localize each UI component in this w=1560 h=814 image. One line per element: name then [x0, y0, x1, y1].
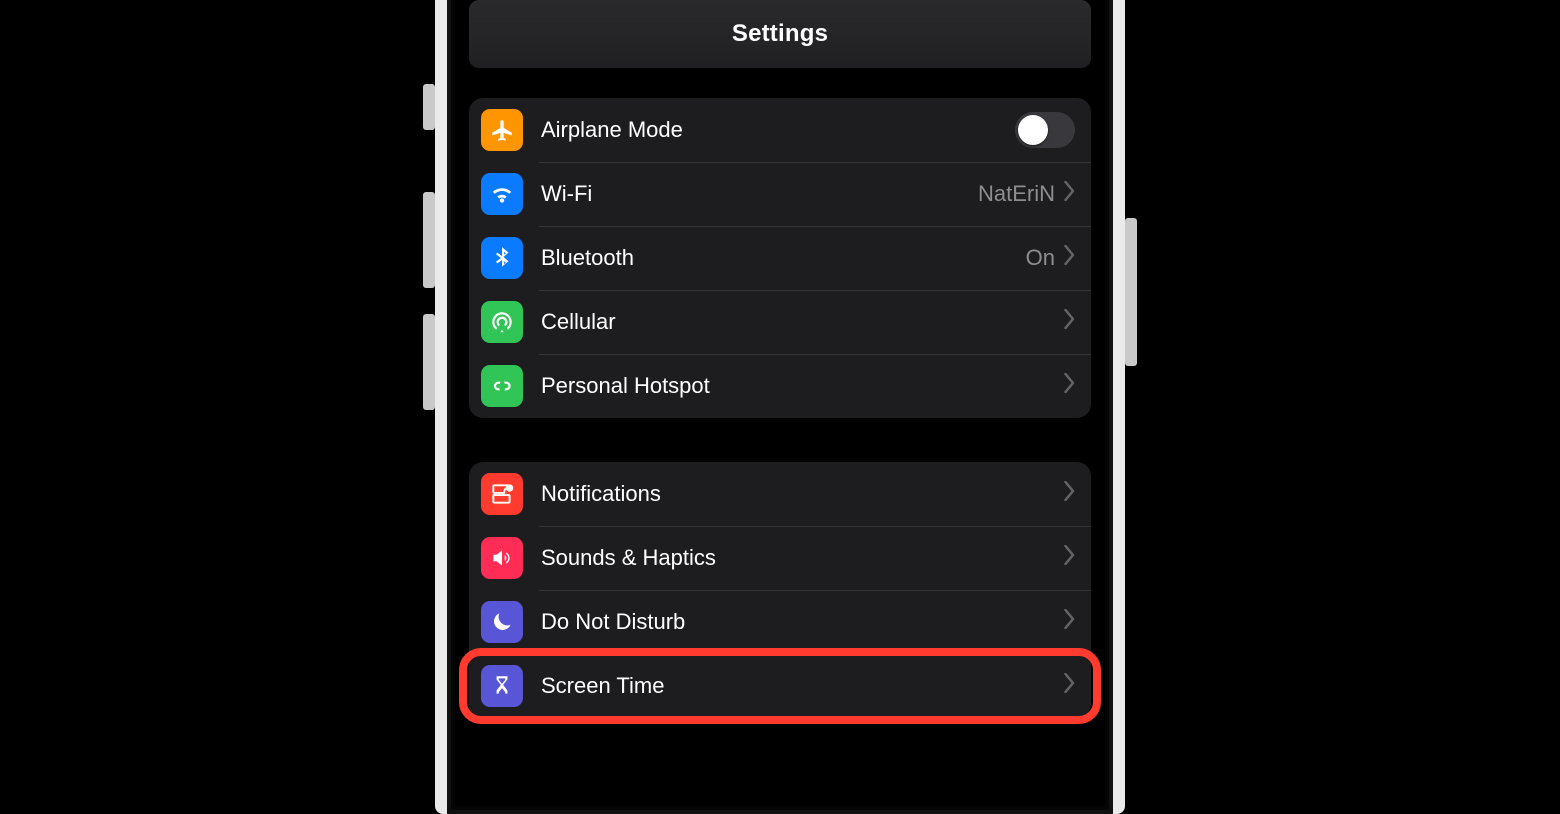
- row-label: Airplane Mode: [541, 117, 1015, 143]
- screen: Settings Airplane Mode Wi-Fi NatEriN: [455, 0, 1105, 806]
- row-value: NatEriN: [978, 181, 1055, 207]
- bluetooth-icon: [481, 237, 523, 279]
- nav-bar: Settings: [469, 0, 1091, 68]
- settings-group-general: Notifications Sounds & Haptics Do Not Di…: [469, 462, 1091, 718]
- mute-switch: [423, 84, 435, 130]
- row-label: Screen Time: [541, 673, 1063, 699]
- chevron-right-icon: [1063, 245, 1075, 271]
- phone-frame: Settings Airplane Mode Wi-Fi NatEriN: [435, 0, 1125, 814]
- row-wifi[interactable]: Wi-Fi NatEriN: [469, 162, 1091, 226]
- row-bluetooth[interactable]: Bluetooth On: [469, 226, 1091, 290]
- sounds-icon: [481, 537, 523, 579]
- row-label: Notifications: [541, 481, 1063, 507]
- notifications-icon: [481, 473, 523, 515]
- chevron-right-icon: [1063, 609, 1075, 635]
- cellular-icon: [481, 301, 523, 343]
- row-label: Sounds & Haptics: [541, 545, 1063, 571]
- hotspot-icon: [481, 365, 523, 407]
- row-screen-time[interactable]: Screen Time: [469, 654, 1091, 718]
- power-btn: [1125, 218, 1137, 366]
- row-label: Bluetooth: [541, 245, 1026, 271]
- row-airplane-mode[interactable]: Airplane Mode: [469, 98, 1091, 162]
- row-sounds-haptics[interactable]: Sounds & Haptics: [469, 526, 1091, 590]
- row-label: Cellular: [541, 309, 1063, 335]
- chevron-right-icon: [1063, 181, 1075, 207]
- row-notifications[interactable]: Notifications: [469, 462, 1091, 526]
- airplane-toggle[interactable]: [1015, 112, 1075, 148]
- row-label: Wi-Fi: [541, 181, 978, 207]
- chevron-right-icon: [1063, 481, 1075, 507]
- volume-down-btn: [423, 314, 435, 410]
- row-label: Do Not Disturb: [541, 609, 1063, 635]
- hourglass-icon: [481, 665, 523, 707]
- row-do-not-disturb[interactable]: Do Not Disturb: [469, 590, 1091, 654]
- moon-icon: [481, 601, 523, 643]
- row-personal-hotspot[interactable]: Personal Hotspot: [469, 354, 1091, 418]
- chevron-right-icon: [1063, 545, 1075, 571]
- row-cellular[interactable]: Cellular: [469, 290, 1091, 354]
- settings-group-connectivity: Airplane Mode Wi-Fi NatEriN Bluetooth On: [469, 98, 1091, 418]
- page-title: Settings: [732, 20, 828, 48]
- row-label: Personal Hotspot: [541, 373, 1063, 399]
- wifi-icon: [481, 173, 523, 215]
- chevron-right-icon: [1063, 373, 1075, 399]
- chevron-right-icon: [1063, 673, 1075, 699]
- airplane-icon: [481, 109, 523, 151]
- volume-up-btn: [423, 192, 435, 288]
- chevron-right-icon: [1063, 309, 1075, 335]
- row-value: On: [1026, 245, 1055, 271]
